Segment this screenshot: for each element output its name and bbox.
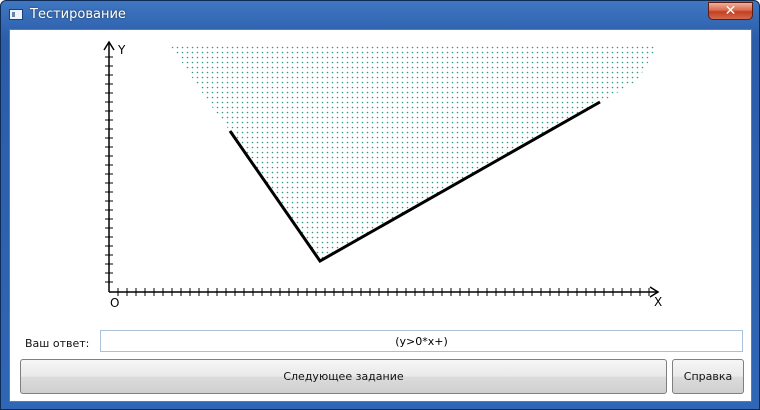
help-button[interactable]: Справка bbox=[672, 359, 744, 394]
close-button[interactable]: ✕ bbox=[708, 2, 753, 20]
window-icon bbox=[9, 9, 23, 20]
graph-canvas: Y X O bbox=[103, 40, 662, 310]
shaded-region bbox=[170, 45, 658, 261]
app-window: Тестирование ✕ Y X O Ваш ответ: (y>0*x+)… bbox=[0, 0, 760, 410]
title-bar[interactable]: Тестирование ✕ bbox=[1, 1, 759, 29]
y-axis-label: Y bbox=[117, 43, 126, 57]
answer-input[interactable] bbox=[100, 330, 743, 352]
answer-label: Ваш ответ: bbox=[25, 337, 90, 350]
x-axis-label: X bbox=[654, 295, 662, 309]
origin-label: O bbox=[110, 296, 119, 310]
next-task-button[interactable]: Следующее задание bbox=[20, 359, 667, 394]
x-axis bbox=[109, 286, 660, 298]
window-title: Тестирование bbox=[30, 7, 126, 22]
client-area: Y X O Ваш ответ: Следующее задание Справ… bbox=[9, 29, 752, 402]
